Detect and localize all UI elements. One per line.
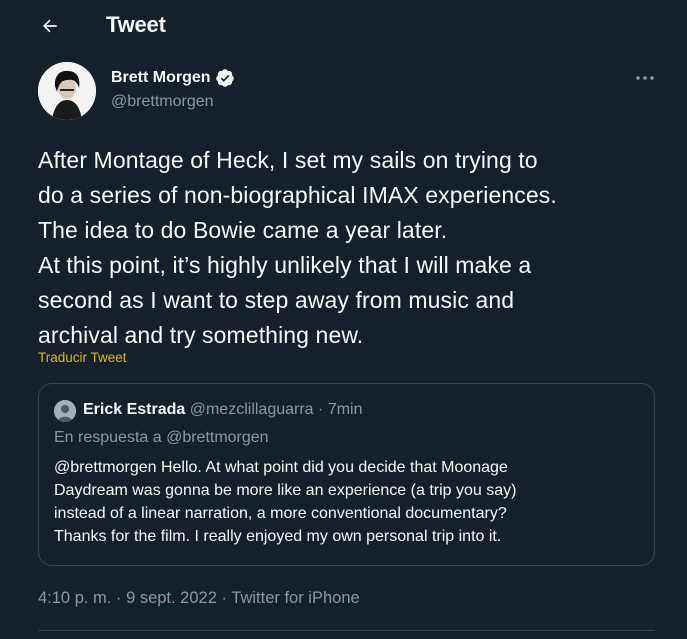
separator: · (318, 401, 324, 418)
quoted-author-handle: @mezclillaguarra (189, 401, 314, 418)
separator: · (221, 589, 227, 607)
quoted-reply-to: En respuesta a @brettmorgen (54, 429, 269, 446)
tweet-text: After Montage of Heck, I set my sails on… (38, 147, 557, 348)
tweet-time[interactable]: 4:10 p. m. (38, 589, 111, 607)
author-avatar-image (38, 62, 96, 120)
author-name[interactable]: Brett Morgen (111, 68, 235, 88)
arrow-left-icon (43, 19, 57, 33)
author-avatar[interactable] (38, 62, 96, 120)
quoted-tweet-age: 7min (327, 401, 363, 418)
tweet-meta: 4:10 p. m. · 9 sept. 2022 · Twitter for … (38, 589, 360, 608)
quoted-tweet-text: @brettmorgen Hello. At what point did yo… (54, 459, 517, 545)
more-options-button[interactable] (630, 66, 660, 90)
quoted-tweet[interactable]: Erick Estrada @mezclillaguarra · 7min En… (38, 383, 655, 566)
translate-tweet-link[interactable]: Traducir Tweet (38, 350, 127, 365)
author-name-text: Brett Morgen (111, 69, 211, 86)
separator: · (115, 589, 122, 607)
back-button[interactable] (34, 10, 66, 42)
page-title: Tweet (106, 12, 166, 37)
quoted-header: Erick Estrada @mezclillaguarra · 7min (83, 401, 363, 419)
quoted-avatar-image (54, 400, 76, 422)
quoted-author-avatar (54, 400, 76, 422)
quoted-author-name: Erick Estrada (83, 401, 186, 418)
tweet-source[interactable]: Twitter for iPhone (231, 589, 359, 607)
verified-badge-icon (215, 69, 234, 87)
tweet-date[interactable]: 9 sept. 2022 (126, 589, 217, 607)
divider (38, 630, 655, 631)
author-handle[interactable]: @brettmorgen (111, 93, 214, 111)
more-horizontal-icon (636, 76, 654, 80)
top-bar: Tweet (0, 0, 687, 52)
